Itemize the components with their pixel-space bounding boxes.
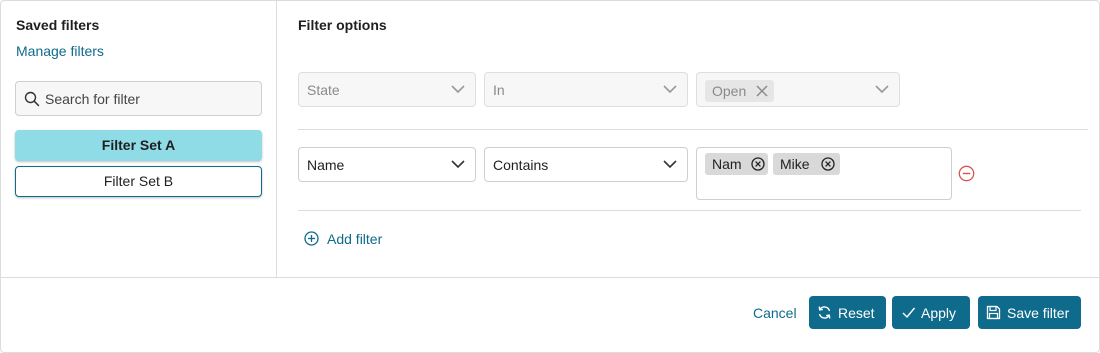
footer-divider [1, 277, 1100, 278]
row2-operator-select[interactable]: Contains [484, 147, 688, 182]
filter-dialog: Saved filters Manage filters Filter Set … [0, 0, 1100, 353]
saved-filters-panel: Saved filters Manage filters Filter Set … [1, 1, 277, 277]
filter-set-b[interactable]: Filter Set B [15, 166, 262, 197]
chevron-down-icon [663, 85, 677, 94]
close-icon [756, 85, 768, 97]
value-chip: Open [705, 80, 774, 102]
row2-field-select[interactable]: Name [298, 147, 476, 182]
refresh-icon [818, 306, 831, 319]
value-chip: Mike [773, 153, 840, 175]
filter-search-input[interactable] [45, 89, 255, 109]
search-icon [24, 91, 40, 107]
cancel-button[interactable]: Cancel [753, 305, 797, 321]
row1-value-select: Open [696, 72, 900, 107]
x-circle-icon[interactable] [821, 157, 835, 171]
row-divider [298, 129, 1088, 130]
row-divider [298, 210, 1081, 211]
manage-filters-link[interactable]: Manage filters [16, 43, 104, 59]
filter-set-a[interactable]: Filter Set A [15, 130, 262, 161]
check-icon [902, 307, 916, 319]
row2-value-input[interactable]: Nam Mike [696, 147, 952, 200]
row1-field-select: State [298, 72, 476, 107]
save-filter-button[interactable]: Save filter [978, 296, 1081, 329]
x-circle-icon[interactable] [751, 157, 765, 171]
chip-label: Open [712, 83, 747, 99]
row2-field-value: Name [307, 157, 345, 173]
row2-operator-value: Contains [493, 157, 549, 173]
chip-label: Nam [712, 156, 742, 172]
chevron-down-icon [663, 160, 677, 169]
filter-search-box [15, 81, 262, 116]
add-filter-button[interactable]: Add filter [304, 230, 394, 248]
apply-label: Apply [921, 305, 957, 321]
add-filter-label: Add filter [327, 231, 383, 247]
apply-button[interactable]: Apply [892, 296, 970, 329]
row1-operator-value: In [493, 82, 505, 98]
chevron-down-icon [875, 85, 889, 94]
row1-field-value: State [307, 82, 340, 98]
minus-circle-icon[interactable] [958, 165, 975, 182]
saved-filters-title: Saved filters [16, 17, 100, 33]
value-chip: Nam [705, 153, 768, 175]
chevron-down-icon [451, 160, 465, 169]
chevron-down-icon [451, 85, 465, 94]
save-filter-label: Save filter [1007, 305, 1070, 321]
chip-label: Mike [780, 156, 810, 172]
reset-label: Reset [838, 305, 875, 321]
filter-options-title: Filter options [298, 17, 387, 33]
row1-operator-select: In [484, 72, 688, 107]
reset-button[interactable]: Reset [809, 296, 886, 329]
floppy-disk-icon [986, 305, 1001, 320]
plus-circle-icon [304, 231, 319, 246]
